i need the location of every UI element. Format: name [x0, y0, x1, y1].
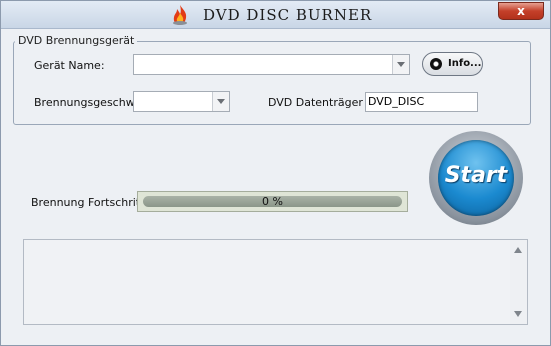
app-window: DVD DISC BURNER x DVD Brennungsgerät Ger… [0, 0, 551, 346]
log-output[interactable] [23, 239, 528, 325]
close-button[interactable]: x [498, 2, 544, 20]
start-button[interactable]: Start [429, 131, 523, 225]
burn-speed-label: Brennungsgeschwindigkeit: [34, 96, 134, 109]
burn-speed-select[interactable] [133, 91, 230, 112]
scroll-up-icon[interactable] [514, 247, 522, 253]
flame-icon [173, 5, 187, 25]
volume-label-label: DVD Datenträger Label: [268, 96, 366, 109]
device-name-select[interactable] [133, 54, 410, 75]
title-bar[interactable]: DVD DISC BURNER x [1, 1, 550, 29]
chevron-down-icon[interactable] [212, 92, 229, 111]
info-button[interactable]: Info... [422, 52, 483, 76]
device-name-label: Gerät Name: [34, 59, 105, 72]
start-button-label: Start [444, 163, 508, 188]
chevron-down-icon[interactable] [392, 55, 409, 74]
volume-label-input[interactable]: DVD_DISC [365, 92, 478, 112]
info-button-label: Info... [448, 58, 482, 69]
burn-progress-bar: 0 % [137, 191, 408, 212]
progress-value: 0 % [262, 195, 283, 208]
log-scrollbar[interactable] [510, 240, 527, 324]
progress-label: Brennung Fortschritt: [31, 196, 149, 209]
group-legend: DVD Brennungsgerät [15, 34, 138, 47]
scroll-down-icon[interactable] [514, 311, 522, 317]
start-button-face[interactable]: Start [438, 140, 514, 216]
disc-icon [430, 58, 442, 70]
window-title: DVD DISC BURNER [203, 6, 373, 24]
